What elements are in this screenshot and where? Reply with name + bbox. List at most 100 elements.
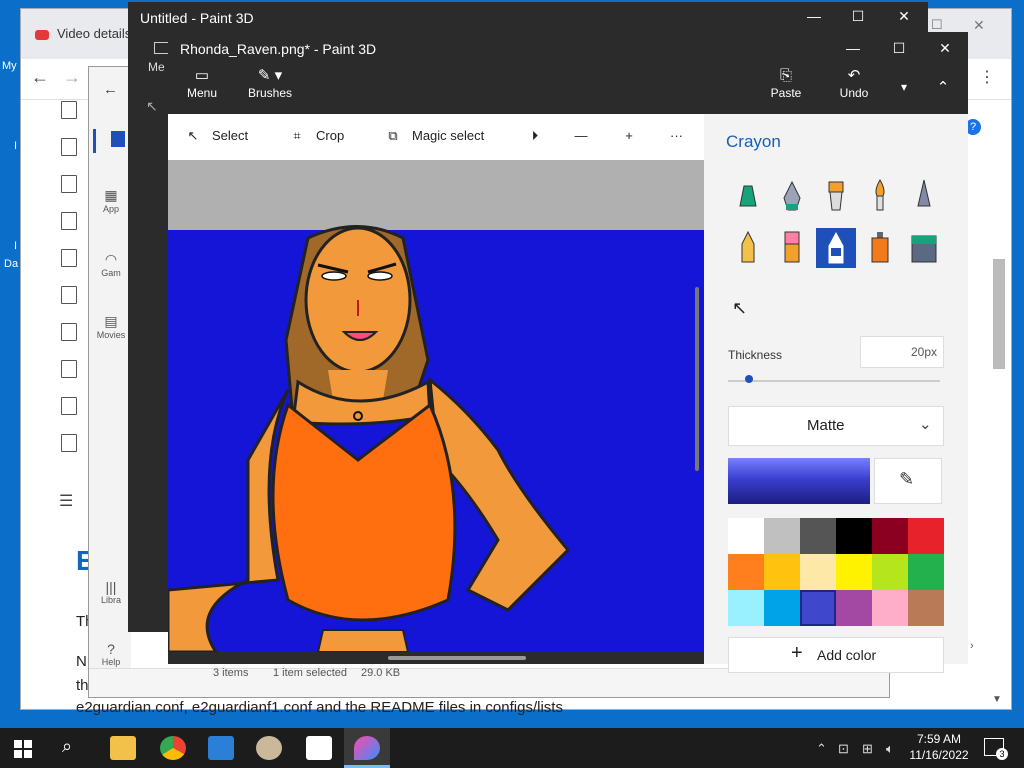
collapse-chevron-up-icon[interactable]: ⌃ [932, 78, 954, 96]
finish-dropdown[interactable]: Matte ⌄ [728, 406, 944, 446]
spray-can-brush[interactable] [860, 228, 900, 268]
canvas-vertical-scrollbar[interactable] [695, 287, 699, 471]
help-icon: ? [107, 641, 115, 657]
browser-maximize-icon[interactable]: ☐ [931, 17, 943, 33]
browser-close-icon[interactable]: ✕ [973, 17, 985, 34]
sidebar-item-help[interactable]: ? Help [91, 641, 131, 667]
color-swatch[interactable] [800, 554, 836, 590]
eyedropper-button[interactable]: ✎ [874, 458, 942, 504]
windows-start-icon[interactable] [14, 740, 32, 758]
color-swatch[interactable] [908, 518, 944, 554]
color-swatch[interactable] [800, 590, 836, 626]
pencil-brush[interactable] [728, 228, 768, 268]
doc-icon [61, 397, 77, 415]
home-icon[interactable] [111, 131, 125, 147]
paste-button[interactable]: ⎘ Paste [766, 66, 806, 100]
paint-palette-icon[interactable] [256, 736, 282, 760]
maximize-icon[interactable]: ☐ [848, 8, 868, 25]
color-swatch[interactable] [908, 590, 944, 626]
back-arrow-icon[interactable]: ← [103, 81, 118, 98]
list-icon[interactable]: ☰ [59, 491, 73, 511]
watercolor-brush[interactable] [860, 176, 900, 216]
eraser-brush[interactable] [772, 228, 812, 268]
menu-button[interactable]: ▭ Menu [180, 66, 224, 100]
search-icon[interactable]: ⌕ [62, 736, 72, 757]
canvas-horizontal-scrollbar[interactable] [388, 656, 526, 660]
color-swatch[interactable] [872, 590, 908, 626]
cursor-icon[interactable]: ↖ [146, 98, 158, 115]
calligraphy-pen-brush[interactable] [772, 176, 812, 216]
color-swatch[interactable] [836, 554, 872, 590]
color-swatch[interactable] [872, 518, 908, 554]
undo-button[interactable]: ↶ Undo [834, 66, 874, 100]
color-swatch[interactable] [836, 518, 872, 554]
color-swatch[interactable] [836, 590, 872, 626]
oil-brush[interactable] [816, 176, 856, 216]
sidebar-item-games[interactable]: ◠ Gam [91, 251, 131, 278]
forward-arrow-icon[interactable]: → [63, 67, 81, 88]
browser-menu-icon[interactable]: ⋮ [979, 67, 995, 87]
sidebar-item-library[interactable]: ||| Libra [91, 579, 131, 605]
fill-bucket-brush[interactable] [904, 228, 944, 268]
add-color-button[interactable]: + Add color [728, 637, 944, 673]
clock-date[interactable]: 11/16/2022 [906, 748, 972, 762]
paste-label: Paste [770, 86, 802, 100]
view-3d-button[interactable]: ⏵ [526, 128, 554, 144]
browser-tab[interactable]: Video details [35, 26, 131, 41]
eye-shape [321, 271, 347, 281]
sidebar-item-label: Movies [96, 330, 126, 340]
crop-tool[interactable]: ⌗ Crop [288, 128, 344, 144]
minimize-icon[interactable]: — [804, 8, 824, 24]
color-swatch[interactable] [764, 554, 800, 590]
color-swatch[interactable] [872, 554, 908, 590]
sidebar-item-label: App [102, 204, 119, 214]
close-icon[interactable]: ✕ [934, 40, 956, 57]
gamepad-icon: ◠ [104, 251, 118, 267]
drawing-canvas[interactable] [168, 160, 704, 652]
color-swatch[interactable] [764, 518, 800, 554]
crayon-brush[interactable] [816, 228, 856, 268]
close-icon[interactable]: ✕ [894, 8, 914, 25]
apps-icon: ▦ [104, 187, 118, 203]
file-explorer-icon[interactable] [110, 736, 136, 760]
thickness-input[interactable]: 20px [860, 336, 944, 368]
scroll-right-arrow-icon[interactable]: › [970, 640, 974, 652]
color-swatch[interactable] [728, 518, 764, 554]
clock-time[interactable]: 7:59 AM [914, 732, 964, 746]
tray-chevron-up-icon[interactable]: ⌃ [816, 741, 827, 757]
color-swatch[interactable] [800, 518, 836, 554]
volume-icon[interactable]: 🔈︎ [886, 741, 894, 757]
notification-count: 3 [996, 748, 1008, 760]
color-swatch[interactable] [764, 590, 800, 626]
paint3d-window[interactable]: Rhonda_Raven.png* - Paint 3D — ☐ ✕ ▭ Men… [168, 32, 968, 673]
sidebar-item-movies[interactable]: ▤ Movies [91, 313, 131, 340]
zoom-in-button[interactable]: + [620, 128, 648, 143]
more-button[interactable]: ··· [670, 128, 683, 143]
back-arrow-icon[interactable]: ← [31, 67, 49, 88]
network-icon[interactable]: ⊞ [862, 741, 873, 757]
maximize-icon[interactable]: ☐ [888, 40, 910, 57]
magic-select-tool[interactable]: ⧉ Magic select [384, 128, 484, 144]
history-dropdown-icon[interactable]: ▾ [896, 80, 912, 94]
thickness-slider[interactable] [728, 380, 940, 382]
sidebar-item-apps[interactable]: ▦ App [91, 187, 131, 214]
color-swatch[interactable] [908, 554, 944, 590]
pixel-pen-brush[interactable] [904, 176, 944, 216]
color-swatch[interactable] [728, 590, 764, 626]
zoom-out-button[interactable]: — [572, 128, 600, 143]
network-status-icon[interactable]: ⊡ [838, 741, 849, 757]
marker-brush[interactable] [728, 176, 768, 216]
chrome-icon[interactable] [160, 736, 186, 760]
current-color-swatch[interactable] [728, 458, 870, 504]
store-icon[interactable] [306, 736, 332, 760]
brush-icon: ✎ ▾ [257, 67, 283, 84]
select-tool[interactable]: ↖ Select [184, 128, 249, 144]
browser-scrollbar[interactable] [993, 259, 1005, 369]
color-swatch[interactable] [728, 554, 764, 590]
scroll-down-arrow-icon[interactable]: ▼ [992, 694, 1002, 705]
window-title: Untitled - Paint 3D [140, 10, 254, 26]
brushes-button[interactable]: ✎ ▾ Brushes [244, 66, 296, 100]
minimize-icon[interactable]: — [842, 40, 864, 56]
paint3d-icon[interactable] [354, 736, 380, 760]
photos-icon[interactable] [208, 736, 234, 760]
